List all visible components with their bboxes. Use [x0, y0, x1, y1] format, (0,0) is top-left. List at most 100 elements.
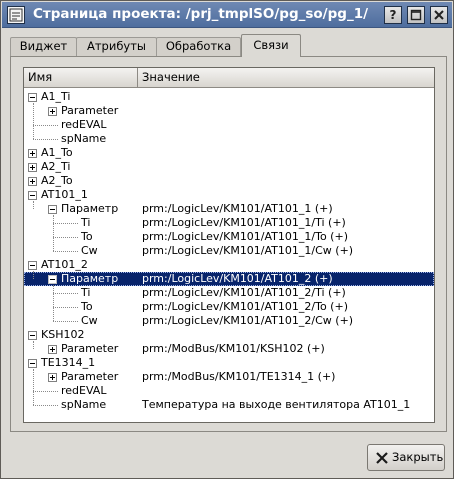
tree-item-name: Parameter: [61, 370, 119, 383]
tree-row[interactable]: A2_To: [24, 174, 434, 188]
expand-icon[interactable]: [28, 177, 37, 186]
tree-rows: A1_Ti Parameter redEVAL spName A1_To A2_Ti A2_…: [24, 90, 434, 412]
tree-branch-line: [53, 293, 78, 294]
collapse-icon[interactable]: [48, 205, 57, 214]
tree-item-value[interactable]: prm:/LogicLev/KM101/AT101_1 (+): [142, 202, 333, 216]
tree-item-name: KSH102: [41, 328, 85, 341]
links-tab-panel: Имя Значение A1_Ti Parameter redEVAL spName…: [10, 56, 447, 432]
collapse-icon[interactable]: [28, 191, 37, 200]
tree-item-name: To: [81, 230, 93, 243]
tree-row[interactable]: AT101_2: [24, 258, 434, 272]
tree-item-value[interactable]: prm:/LogicLev/KM101/AT101_2/To (+): [142, 300, 348, 314]
tree-item-value[interactable]: prm:/LogicLev/KM101/AT101_1/Cw (+): [142, 244, 353, 258]
tree-item-name: Ti: [81, 286, 91, 299]
tree-item-value[interactable]: Температура на выходе вентилятора AT101_…: [142, 398, 410, 412]
expand-icon[interactable]: [48, 373, 57, 382]
tree-row[interactable]: redEVAL: [24, 384, 434, 398]
tree-row[interactable]: A2_Ti: [24, 160, 434, 174]
close-window-button[interactable]: [430, 6, 448, 24]
close-button-label: Закрыть: [392, 450, 444, 464]
tree-row[interactable]: redEVAL: [24, 118, 434, 132]
tree-item-name: spName: [61, 132, 107, 145]
tab-widget[interactable]: Виджет: [10, 37, 77, 56]
tree-row[interactable]: Параметр prm:/LogicLev/KM101/AT101_1 (+): [24, 202, 434, 216]
tree-item-value[interactable]: prm:/LogicLev/KM101/AT101_1/To (+): [142, 230, 348, 244]
app-icon: [7, 6, 25, 24]
title-bar[interactable]: Страница проекта: /prj_tmplSO/pg_so/pg_1…: [2, 2, 452, 28]
expand-icon[interactable]: [28, 149, 37, 158]
tree-branch-line: [53, 307, 78, 308]
project-page-dialog: Страница проекта: /prj_tmplSO/pg_so/pg_1…: [0, 0, 454, 479]
column-header-value[interactable]: Значение: [138, 68, 434, 87]
tree-row[interactable]: spName Температура на выходе вентилятора …: [24, 398, 434, 412]
tree-branch-line: [53, 223, 78, 224]
collapse-icon[interactable]: [28, 359, 37, 368]
tree-guide-line: [33, 369, 34, 405]
tab-links[interactable]: Связи: [241, 34, 301, 57]
tree-row[interactable]: Ti prm:/LogicLev/KM101/AT101_2/Ti (+): [24, 286, 434, 300]
tree-row[interactable]: KSH102: [24, 328, 434, 342]
close-button[interactable]: Закрыть: [367, 444, 445, 471]
tree-guide-line: [53, 285, 54, 321]
tree-item-value[interactable]: prm:/ModBus/KM101/KSH102 (+): [142, 342, 325, 356]
tree-row[interactable]: AT101_1: [24, 188, 434, 202]
tree-item-name: A1_Ti: [41, 90, 71, 103]
tree-row[interactable]: Ti prm:/LogicLev/KM101/AT101_1/Ti (+): [24, 216, 434, 230]
tab-processing[interactable]: Обработка: [156, 37, 241, 56]
tree-item-name: A2_Ti: [41, 160, 71, 173]
tree-row[interactable]: Cw prm:/LogicLev/KM101/AT101_1/Cw (+): [24, 244, 434, 258]
tree-item-value[interactable]: prm:/LogicLev/KM101/AT101_2/Ti (+): [142, 286, 346, 300]
tree-branch-line: [33, 139, 58, 140]
tree-guide-line: [33, 103, 34, 139]
tree-item-name: Ti: [81, 216, 91, 229]
tree-item-name: A2_To: [41, 174, 73, 187]
expand-icon[interactable]: [48, 107, 57, 116]
tree-item-value[interactable]: prm:/LogicLev/KM101/AT101_2 (+): [142, 272, 333, 286]
tree-row[interactable]: Параметр prm:/LogicLev/KM101/AT101_2 (+): [24, 272, 434, 286]
tree-header: Имя Значение: [24, 68, 434, 88]
tree-item-name: redEVAL: [61, 384, 107, 397]
tree-branch-line: [53, 251, 78, 252]
tree-item-name: Cw: [81, 314, 98, 327]
tree-row[interactable]: A1_To: [24, 146, 434, 160]
tree-row[interactable]: Cw prm:/LogicLev/KM101/AT101_2/Cw (+): [24, 314, 434, 328]
help-button[interactable]: ?: [384, 6, 402, 24]
tree-row[interactable]: spName: [24, 132, 434, 146]
help-icon: ?: [389, 8, 397, 22]
tree-item-value[interactable]: prm:/ModBus/KM101/TE1314_1 (+): [142, 370, 335, 384]
tree-item-value[interactable]: prm:/LogicLev/KM101/AT101_1/Ti (+): [142, 216, 346, 230]
column-header-name[interactable]: Имя: [24, 68, 138, 87]
collapse-icon[interactable]: [48, 275, 57, 284]
tree-item-name: Parameter: [61, 342, 119, 355]
tree-row[interactable]: Parameter prm:/ModBus/KM101/TE1314_1 (+): [24, 370, 434, 384]
tree-row[interactable]: Parameter: [24, 104, 434, 118]
tree-guide-line: [33, 341, 34, 349]
collapse-icon[interactable]: [28, 93, 37, 102]
tree-branch-line: [33, 391, 58, 392]
expand-icon[interactable]: [48, 345, 57, 354]
tree-item-value[interactable]: prm:/LogicLev/KM101/AT101_2/Cw (+): [142, 314, 353, 328]
tree-row[interactable]: To prm:/LogicLev/KM101/AT101_2/To (+): [24, 300, 434, 314]
tree-row[interactable]: To prm:/LogicLev/KM101/AT101_1/To (+): [24, 230, 434, 244]
tree-item-name: To: [81, 300, 93, 313]
tree-item-name: Cw: [81, 244, 98, 257]
tree-row[interactable]: A1_Ti: [24, 90, 434, 104]
window-title: Страница проекта: /prj_tmplSO/pg_so/pg_1…: [33, 6, 369, 22]
tree-item-name: Параметр: [61, 272, 119, 285]
tree-guide-line: [33, 271, 34, 279]
tree-item-name: Parameter: [61, 104, 119, 117]
tree-branch-line: [53, 237, 78, 238]
expand-icon[interactable]: [28, 163, 37, 172]
tree-item-name: Параметр: [61, 202, 119, 215]
tab-attributes[interactable]: Атрибуты: [76, 37, 157, 56]
tree-row[interactable]: Parameter prm:/ModBus/KM101/KSH102 (+): [24, 342, 434, 356]
links-tree[interactable]: Имя Значение A1_Ti Parameter redEVAL spName…: [23, 67, 435, 423]
collapse-icon[interactable]: [28, 331, 37, 340]
maximize-button[interactable]: [407, 6, 425, 24]
tree-item-name: TE1314_1: [41, 356, 96, 369]
tree-branch-line: [33, 125, 58, 126]
tree-row[interactable]: TE1314_1: [24, 356, 434, 370]
tree-item-name: spName: [61, 398, 107, 411]
collapse-icon[interactable]: [28, 261, 37, 270]
close-x-icon: [376, 452, 388, 464]
